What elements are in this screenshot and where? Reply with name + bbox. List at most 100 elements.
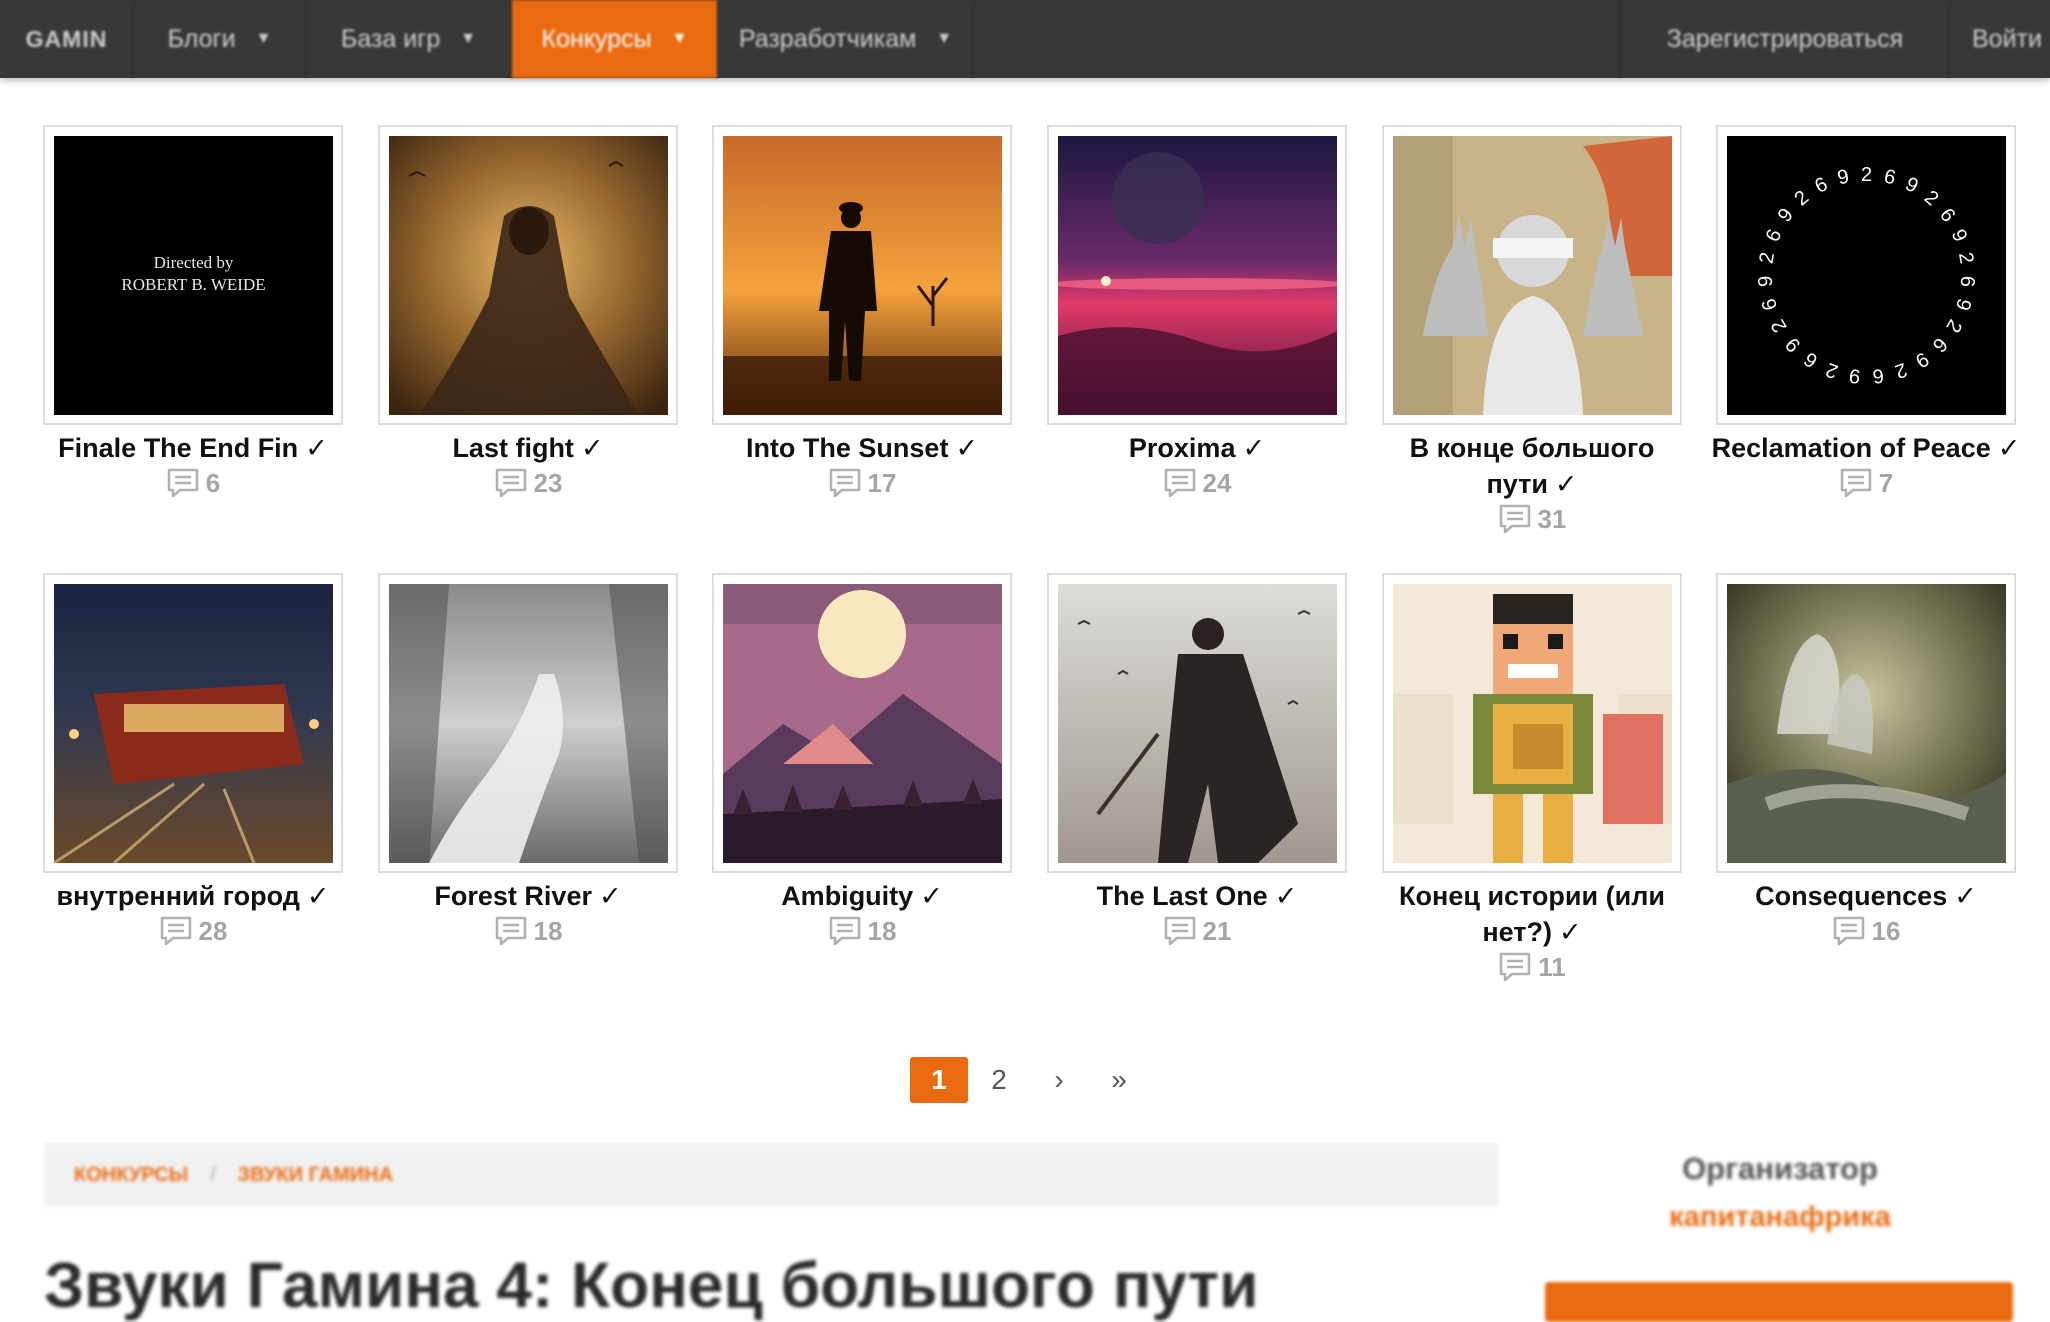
entry-thumbnail[interactable]: [1047, 573, 1347, 873]
comment-count[interactable]: 28: [37, 914, 349, 948]
comment-count-value: 31: [1537, 504, 1567, 534]
nav-blogs-label: Блоги: [167, 24, 236, 53]
comment-count-value: 18: [867, 916, 897, 946]
chevron-down-icon: ▼: [936, 30, 953, 47]
comment-count[interactable]: 17: [706, 466, 1018, 500]
comment-count[interactable]: 18: [372, 914, 684, 948]
next-page-button[interactable]: ›: [1030, 1057, 1088, 1103]
comment-count[interactable]: 21: [1041, 914, 1353, 948]
comment-count-value: 18: [533, 916, 563, 946]
page-1-button[interactable]: 1: [910, 1057, 968, 1103]
speech-bubble-icon: [495, 916, 526, 946]
top-navigation: GAMIN Блоги ▼ База игр ▼ Конкурсы ▼ Разрабо…: [0, 0, 2050, 78]
number-ring-image: 2 6 926926926926926926926926 9: [1727, 136, 2006, 415]
check-icon: ✓: [955, 433, 979, 463]
check-icon: ✓: [305, 433, 328, 463]
entry-title[interactable]: Into The Sunset: [746, 433, 949, 463]
nav-spacer: [974, 0, 1620, 78]
breadcrumb: КОНКУРСЫ / ЗВУКИ ГАМИНА: [44, 1143, 1498, 1207]
nav-developers[interactable]: Разработчикам ▼: [718, 0, 974, 78]
page-2-button[interactable]: 2: [970, 1057, 1028, 1103]
nav-games-db[interactable]: База игр ▼: [306, 0, 512, 78]
login-link[interactable]: Войти: [1950, 0, 2050, 78]
entry-thumbnail[interactable]: [378, 573, 678, 873]
entry-thumbnail[interactable]: [712, 125, 1012, 425]
speech-bubble-icon: [1499, 504, 1530, 534]
breadcrumb-separator: /: [210, 1163, 216, 1186]
organizer-name-link[interactable]: капитанафрика: [1540, 1201, 2020, 1234]
check-icon: ✓: [1242, 433, 1266, 463]
entry-thumbnail[interactable]: [1382, 125, 1682, 425]
breadcrumb-current-link[interactable]: ЗВУКИ ГАМИНА: [238, 1164, 393, 1187]
site-logo[interactable]: GAMIN: [0, 0, 134, 78]
comment-count-value: 23: [533, 468, 563, 498]
entry-title[interactable]: внутренний город: [56, 881, 299, 911]
check-icon: ✓: [1274, 881, 1298, 911]
entry-title[interactable]: Ambiguity: [781, 881, 913, 911]
speech-bubble-icon: [1500, 952, 1531, 982]
speech-bubble-icon: [829, 916, 860, 946]
entry-title[interactable]: Consequences: [1755, 881, 1947, 911]
comment-count-value: 28: [198, 916, 228, 946]
check-icon: ✓: [920, 881, 943, 911]
entry-title[interactable]: В конце большого пути: [1410, 433, 1655, 499]
comment-count-value: 21: [1202, 916, 1232, 946]
comment-count[interactable]: 11: [1376, 950, 1688, 984]
nav-developers-label: Разработчикам: [738, 24, 917, 53]
logo-text: GAMIN: [25, 25, 108, 52]
entry-thumbnail[interactable]: [1047, 125, 1347, 425]
chevron-down-icon: ▼: [460, 30, 477, 47]
entry-title[interactable]: Конец истории (или нет?): [1399, 881, 1665, 947]
entry-thumbnail[interactable]: [378, 125, 678, 425]
entry-thumbnail[interactable]: [1382, 573, 1682, 873]
check-icon: ✓: [1954, 881, 1977, 911]
check-icon: ✓: [1554, 469, 1578, 499]
comment-count-value: 24: [1202, 468, 1232, 498]
comment-count[interactable]: 6: [37, 466, 349, 500]
login-label: Войти: [1972, 24, 2042, 53]
comment-count-value: 6: [205, 468, 221, 498]
check-icon: ✓: [598, 881, 622, 911]
ring-digit: 6: [1956, 275, 1979, 287]
nav-blogs[interactable]: Блоги ▼: [134, 0, 306, 78]
register-label: Зарегистрироваться: [1666, 24, 1904, 53]
entry-thumbnail[interactable]: [43, 573, 343, 873]
entry-thumbnail[interactable]: Directed by ROBERT B. WEIDE: [43, 125, 343, 425]
entry-title[interactable]: The Last One: [1097, 881, 1268, 911]
organizer-action-button[interactable]: [1545, 1282, 2013, 1322]
ring-digit: 9: [1755, 275, 1778, 287]
entry-title[interactable]: Finale The End Fin: [58, 433, 298, 463]
entry-thumbnail[interactable]: 269269269269269269269269269: [1716, 125, 2016, 425]
comment-count-value: 16: [1871, 916, 1901, 946]
speech-bubble-icon: [495, 468, 526, 498]
entry-thumbnail[interactable]: [712, 573, 1012, 873]
comment-count[interactable]: 24: [1041, 466, 1353, 500]
last-page-button[interactable]: »: [1090, 1057, 1148, 1103]
chevron-down-icon: ▼: [255, 30, 272, 47]
comment-count[interactable]: 18: [706, 914, 1018, 948]
entry-title[interactable]: Last fight: [452, 433, 574, 463]
check-icon: ✓: [1559, 917, 1582, 947]
comment-count-value: 7: [1878, 468, 1894, 498]
speech-bubble-icon: [1840, 468, 1872, 498]
speech-bubble-icon: [829, 468, 860, 498]
nav-contests[interactable]: Конкурсы ▼: [512, 0, 718, 78]
comment-count[interactable]: 31: [1376, 502, 1688, 536]
speech-bubble-icon: [160, 916, 191, 946]
entry-thumbnail[interactable]: [1716, 573, 2016, 873]
breadcrumb-contests-link[interactable]: КОНКУРСЫ: [74, 1164, 188, 1187]
page-title: Звуки Гамина 4: Конец большого пути: [44, 1249, 1259, 1321]
chevron-down-icon: ▼: [671, 30, 688, 47]
ring-digit: 2: [1861, 164, 1872, 186]
check-icon: ✓: [580, 433, 604, 463]
comment-count[interactable]: 23: [372, 466, 684, 500]
speech-bubble-icon: [1164, 916, 1195, 946]
entry-title[interactable]: Reclamation of Peace: [1712, 433, 1991, 463]
register-link[interactable]: Зарегистрироваться: [1620, 0, 1950, 78]
comment-count[interactable]: 16: [1710, 914, 2022, 948]
comment-count-value: 11: [1538, 952, 1566, 982]
entry-title[interactable]: Forest River: [434, 881, 592, 911]
comment-count[interactable]: 7: [1710, 466, 2022, 500]
comment-count-value: 17: [867, 468, 897, 498]
entry-title[interactable]: Proxima: [1129, 433, 1236, 463]
